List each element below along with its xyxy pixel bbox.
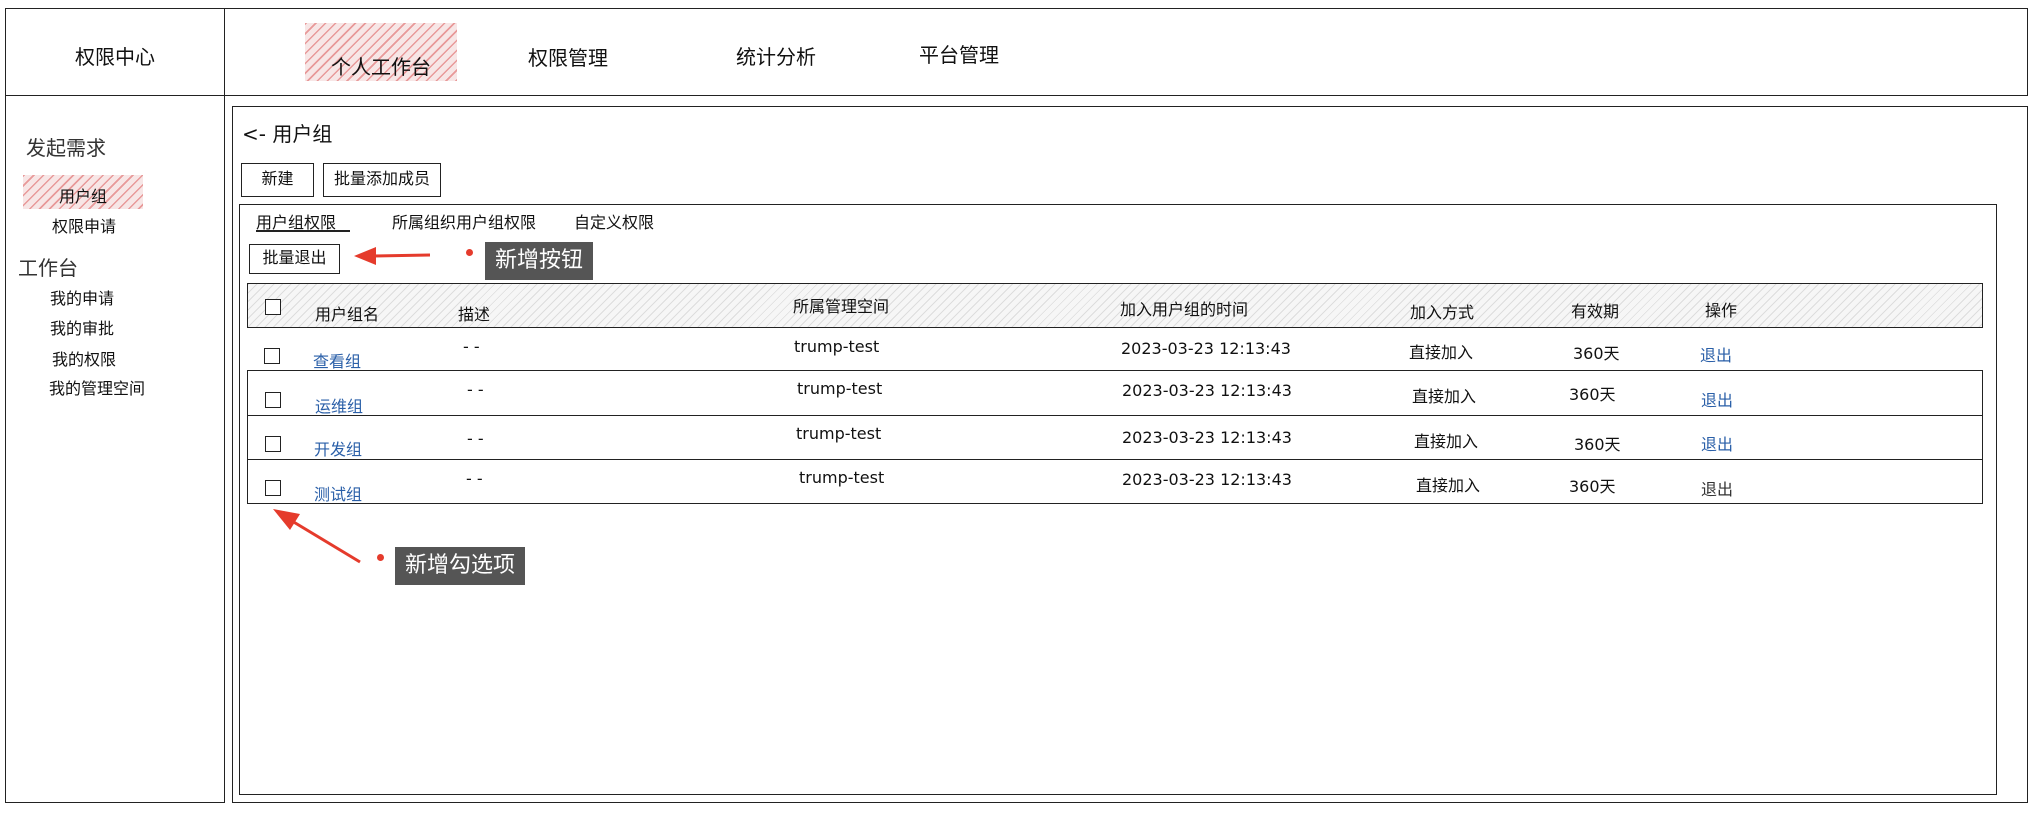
sidebar-section-workbench: 工作台 [18, 256, 78, 280]
row-checkbox[interactable] [264, 348, 280, 364]
row-space: trump-test [799, 468, 885, 487]
nav-item-platform-management[interactable]: 平台管理 [919, 39, 999, 68]
new-button[interactable]: 新建 [241, 163, 314, 197]
row-join-method: 直接加入 [1416, 476, 1481, 495]
group-name-link[interactable]: 测试组 [314, 481, 362, 505]
col-header-name: 用户组名 [315, 305, 380, 324]
row-validity: 360天 [1574, 435, 1621, 454]
app-title-box: 权限中心 [5, 8, 225, 96]
row-join-method: 直接加入 [1412, 387, 1477, 406]
tab-user-group-permissions[interactable]: 用户组权限 [256, 208, 350, 232]
annotation-new-checkbox: 新增勾选项 [395, 547, 526, 585]
row-join-time: 2023-03-23 12:13:43 [1121, 339, 1291, 358]
table-row: 查看组 - - trump-test 2023-03-23 12:13:43 直… [247, 330, 1983, 372]
exit-link[interactable]: 退出 [1701, 387, 1733, 411]
select-all-checkbox[interactable] [265, 299, 281, 315]
tab-org-user-group-permissions[interactable]: 所属组织用户组权限 [392, 209, 536, 233]
annotation-dot [466, 249, 473, 256]
row-join-method: 直接加入 [1414, 432, 1479, 451]
col-header-space: 所属管理空间 [793, 297, 890, 316]
sidebar-item-label: 用户组 [58, 187, 107, 206]
row-desc: - - [463, 337, 480, 356]
col-header-validity: 有效期 [1571, 302, 1620, 321]
annotation-new-button: 新增按钮 [485, 242, 594, 280]
col-header-join-method: 加入方式 [1410, 303, 1475, 322]
exit-link[interactable]: 退出 [1701, 431, 1733, 455]
row-checkbox[interactable] [265, 480, 281, 496]
row-space: trump-test [797, 379, 883, 398]
group-name-link[interactable]: 查看组 [313, 348, 361, 372]
row-checkbox[interactable] [265, 392, 281, 408]
row-join-time: 2023-03-23 12:13:43 [1122, 381, 1292, 400]
row-validity: 360天 [1569, 477, 1616, 496]
sidebar-section-request: 发起需求 [26, 136, 106, 160]
row-space: trump-test [796, 424, 882, 443]
sidebar-item-my-permissions[interactable]: 我的权限 [52, 346, 116, 370]
sidebar-item-my-spaces[interactable]: 我的管理空间 [49, 375, 145, 399]
sidebar-item-my-approvals[interactable]: 我的审批 [50, 315, 114, 339]
sidebar-item-permission-apply[interactable]: 权限申请 [52, 213, 116, 237]
row-desc: - - [467, 429, 484, 448]
sidebar: 发起需求 用户组 权限申请 工作台 我的申请 我的审批 我的权限 我的管理空间 [5, 95, 225, 803]
exit-text[interactable]: 退出 [1701, 476, 1733, 500]
row-validity: 360天 [1573, 344, 1620, 363]
batch-exit-button[interactable]: 批量退出 [249, 244, 340, 274]
row-validity: 360天 [1569, 385, 1616, 404]
row-checkbox[interactable] [265, 436, 281, 452]
row-join-time: 2023-03-23 12:13:43 [1122, 470, 1292, 489]
nav-item-permission-management[interactable]: 权限管理 [528, 42, 608, 71]
sidebar-item-user-group[interactable]: 用户组 [23, 175, 143, 209]
exit-link[interactable]: 退出 [1700, 342, 1732, 366]
group-name-link[interactable]: 运维组 [315, 393, 363, 417]
top-nav: 个人工作台 权限管理 统计分析 平台管理 [224, 8, 2028, 96]
batch-add-members-button[interactable]: 批量添加成员 [323, 163, 441, 197]
app-title: 权限中心 [75, 45, 155, 69]
tab-custom-permissions[interactable]: 自定义权限 [574, 209, 654, 233]
sidebar-item-my-requests[interactable]: 我的申请 [50, 285, 114, 309]
table-row: 运维组 - - trump-test 2023-03-23 12:13:43 直… [247, 370, 1983, 416]
nav-item-statistics[interactable]: 统计分析 [736, 41, 816, 70]
tab-label: 用户组权限 [256, 213, 337, 232]
table-header: 用户组名 描述 所属管理空间 加入用户组的时间 加入方式 有效期 操作 [247, 283, 1983, 328]
row-desc: - - [466, 469, 483, 488]
nav-item-label: 个人工作台 [331, 55, 431, 79]
nav-item-personal-workbench[interactable]: 个人工作台 [305, 23, 457, 81]
annotation-dot [377, 554, 384, 561]
row-desc: - - [467, 380, 484, 399]
row-join-time: 2023-03-23 12:13:43 [1122, 428, 1292, 447]
table-row: 开发组 - - trump-test 2023-03-23 12:13:43 直… [247, 415, 1983, 460]
table-row: 测试组 - - trump-test 2023-03-23 12:13:43 直… [247, 459, 1983, 504]
breadcrumb[interactable]: <- 用户组 [242, 118, 332, 147]
col-header-action: 操作 [1705, 301, 1738, 320]
row-join-method: 直接加入 [1409, 343, 1474, 362]
col-header-join-time: 加入用户组的时间 [1120, 300, 1249, 319]
group-name-link[interactable]: 开发组 [314, 436, 362, 460]
col-header-desc: 描述 [458, 305, 491, 324]
row-space: trump-test [794, 337, 880, 356]
